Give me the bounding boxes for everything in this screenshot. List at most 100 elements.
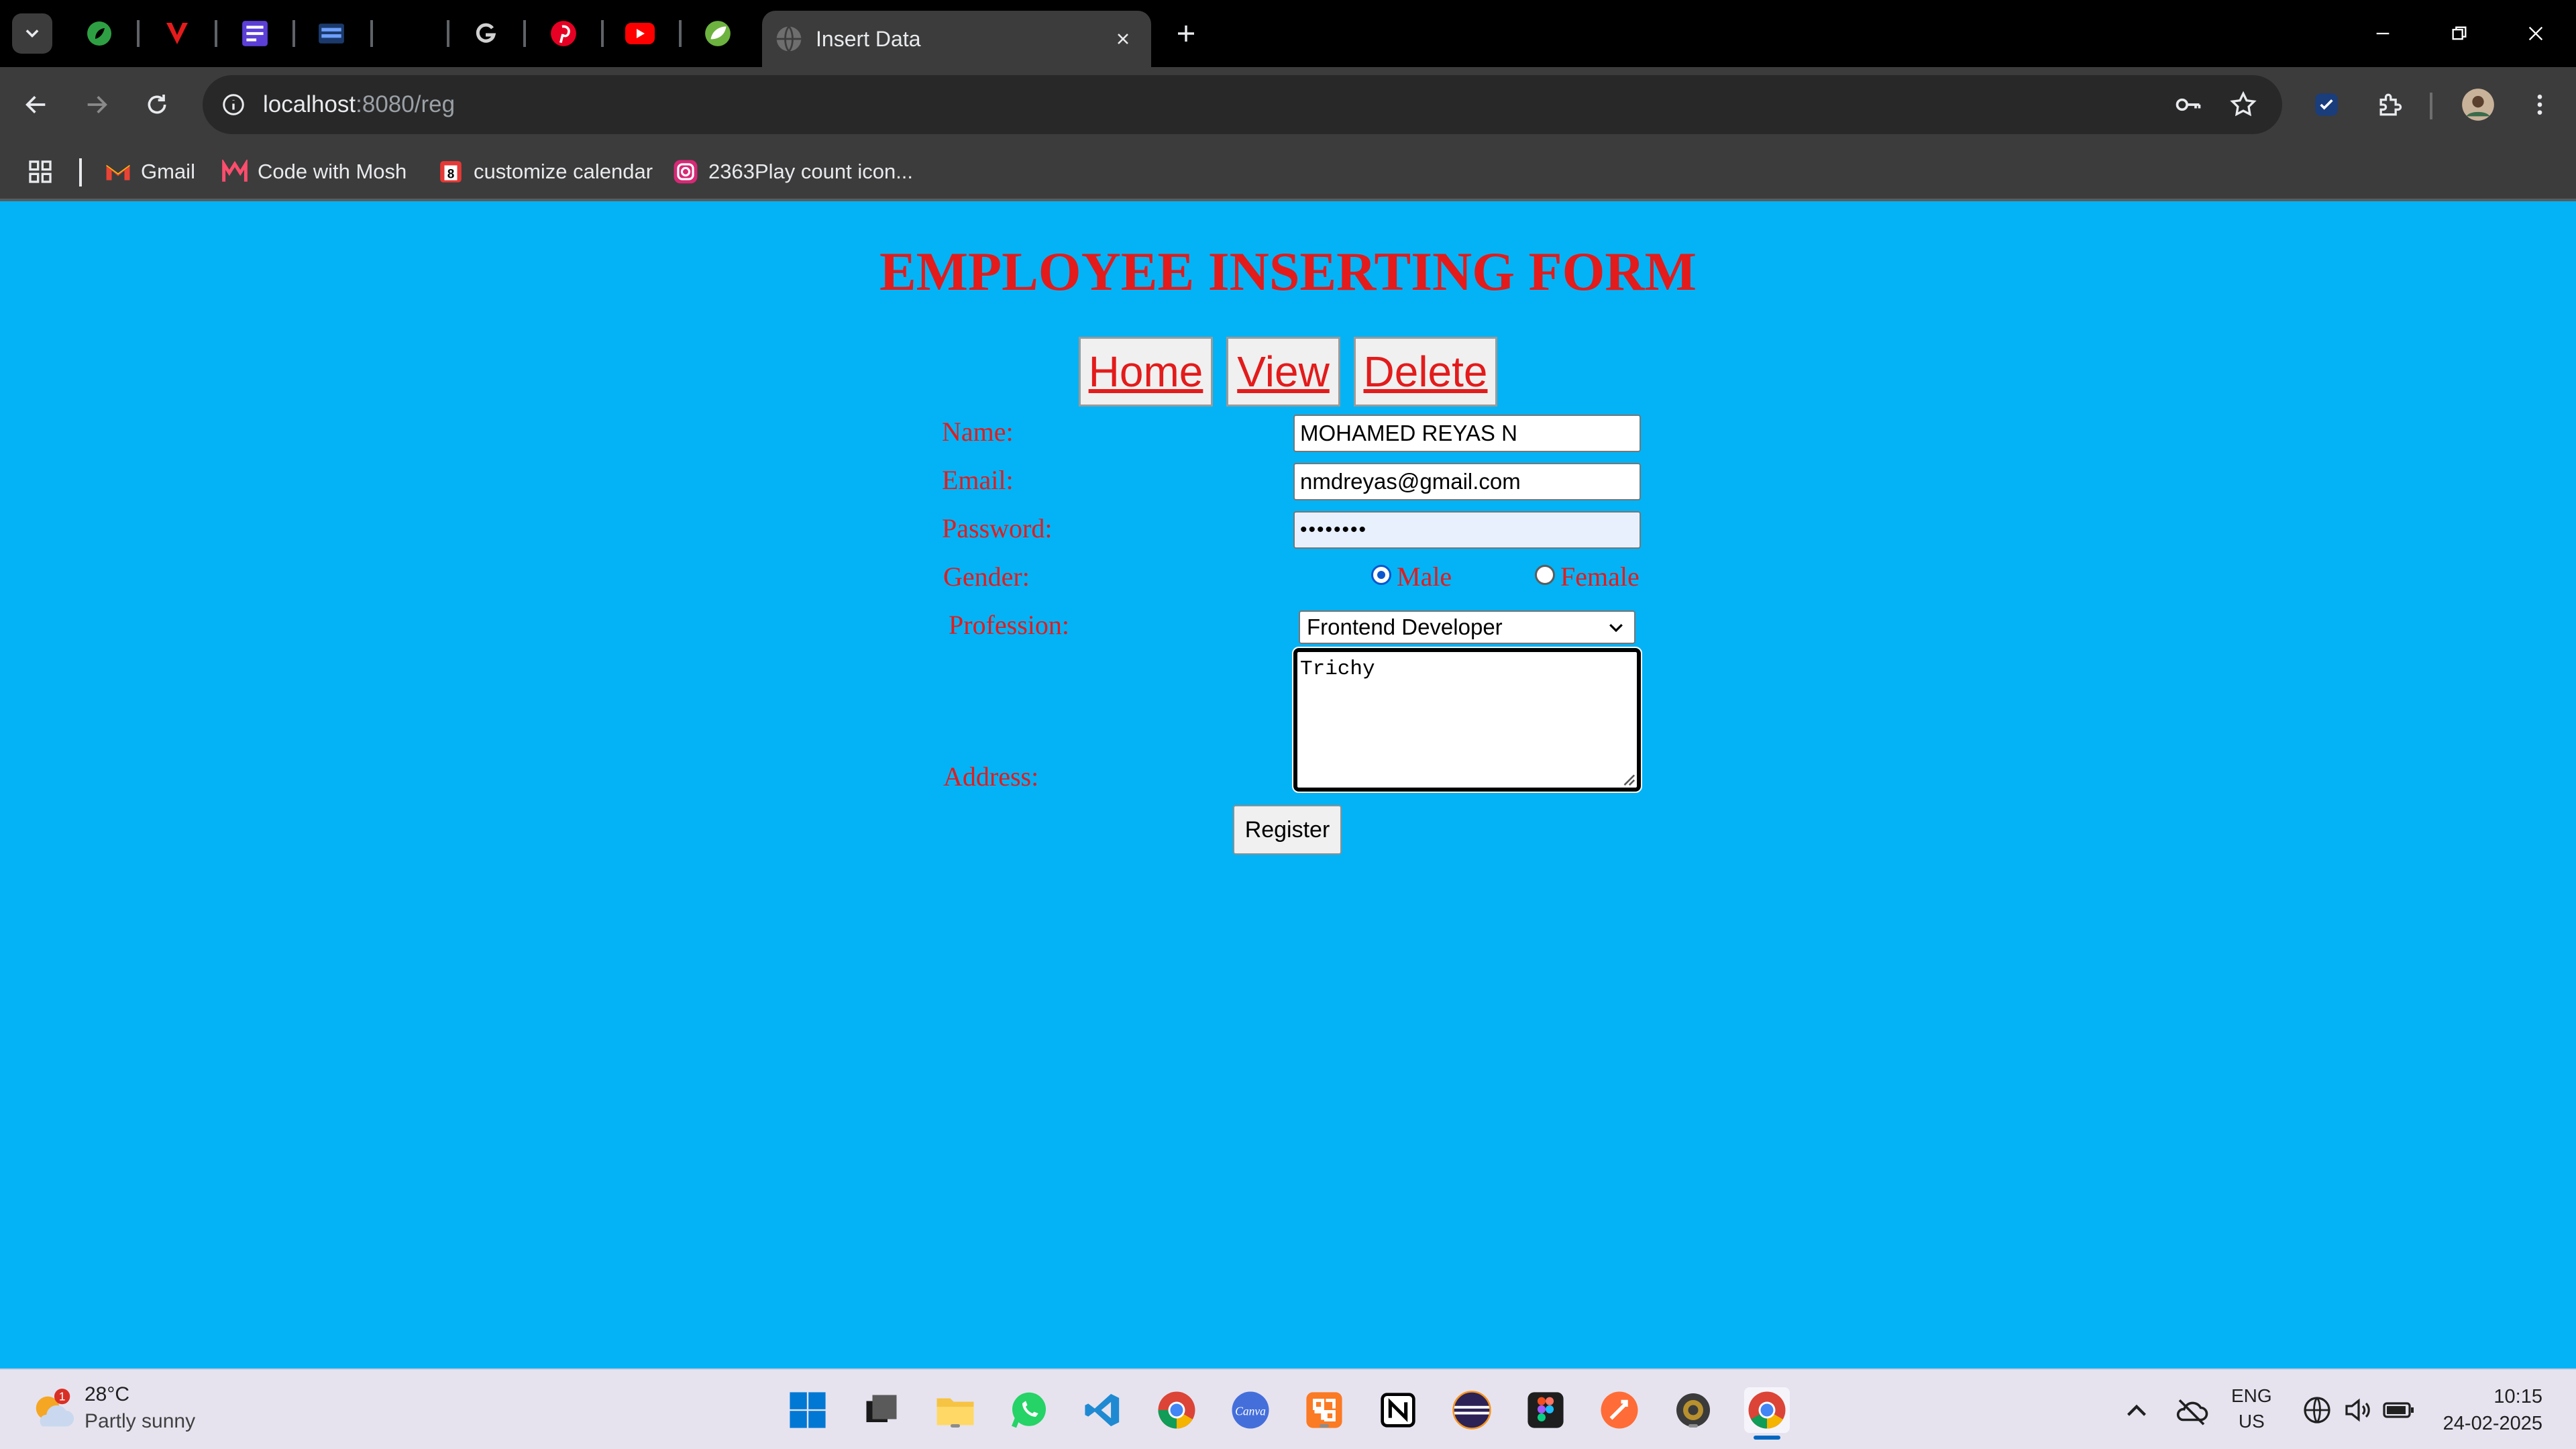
restore-button[interactable]	[2439, 13, 2479, 54]
reload-icon	[148, 95, 166, 114]
back-button[interactable]	[15, 83, 58, 126]
pinned-tab-2[interactable]	[158, 15, 196, 52]
profession-select[interactable]: Frontend Developer	[1299, 610, 1635, 644]
battery-icon	[2383, 1402, 2414, 1418]
arrow-left-icon	[25, 96, 46, 113]
battery-button[interactable]	[2381, 1394, 2418, 1428]
nav-delete-link[interactable]: Delete	[1364, 347, 1488, 396]
address-bar[interactable]: localhost:8080/reg	[203, 75, 2282, 134]
active-indicator	[1754, 1436, 1780, 1440]
svg-text:Canva: Canva	[1235, 1405, 1266, 1418]
figma-button[interactable]	[1523, 1387, 1568, 1433]
file-explorer-button[interactable]	[932, 1387, 978, 1433]
bookmark-label: Gmail	[141, 160, 195, 183]
whatsapp-icon	[1012, 1392, 1046, 1428]
calendar-icon: 8	[437, 158, 464, 185]
chrome-active-taskbar-button[interactable]	[1744, 1387, 1790, 1440]
speaker-icon	[2345, 1398, 2370, 1422]
nav-view-link[interactable]: View	[1237, 347, 1330, 396]
address-label: Address:	[943, 761, 1039, 792]
gender-male-radio[interactable]	[1371, 565, 1391, 585]
pinned-tab-3[interactable]	[236, 15, 274, 52]
active-tab[interactable]: Insert Data	[762, 11, 1151, 67]
register-button[interactable]: Register	[1233, 805, 1342, 855]
profile-button[interactable]	[2457, 83, 2500, 126]
region-code: US	[2238, 1411, 2265, 1432]
nav-view-button[interactable]: View	[1226, 337, 1340, 407]
tab-separator	[679, 20, 682, 47]
close-window-button[interactable]	[2516, 13, 2556, 54]
svg-text:8: 8	[447, 168, 455, 182]
page-title: EMPLOYEE INSERTING FORM	[879, 241, 1697, 302]
password-key-button[interactable]	[2169, 86, 2207, 123]
password-input[interactable]: ••••••••	[1293, 511, 1641, 549]
chrome-taskbar-button[interactable]	[1154, 1387, 1199, 1433]
resize-grip-icon[interactable]	[1621, 771, 1635, 786]
bookmark-customize-calendar[interactable]: 8 customize calendar	[437, 154, 653, 189]
close-tab-button[interactable]	[1108, 24, 1138, 54]
show-hidden-icons-button[interactable]	[2120, 1394, 2153, 1428]
pinned-tab-9[interactable]	[699, 15, 737, 52]
kebab-menu-icon	[2537, 95, 2542, 115]
vscode-button[interactable]	[1080, 1387, 1126, 1433]
extension-check-button[interactable]	[2305, 83, 2348, 126]
minimize-button[interactable]	[2363, 13, 2403, 54]
menu-button[interactable]	[2518, 83, 2561, 126]
bookmark-play-count[interactable]: 2363Play count icon...	[672, 154, 913, 189]
url-path: :8080/reg	[356, 91, 455, 117]
nav-home-link[interactable]: Home	[1089, 347, 1203, 396]
nav-home-button[interactable]: Home	[1079, 337, 1213, 407]
pinned-tab-8[interactable]	[621, 15, 659, 52]
onedrive-button[interactable]	[2174, 1394, 2210, 1428]
gender-male-label: Male	[1397, 561, 1452, 592]
input-language-button[interactable]: ENG US	[2231, 1383, 2272, 1434]
chrome-icon	[1158, 1391, 1195, 1429]
xampp-button[interactable]	[1301, 1387, 1347, 1433]
pinterest-icon	[551, 21, 576, 46]
chevron-up-icon	[2127, 1404, 2146, 1416]
extensions-button[interactable]	[2368, 83, 2411, 126]
weather-widget-button[interactable]: 1	[30, 1387, 76, 1434]
address-value: Trichy	[1300, 657, 1375, 681]
eclipse-icon	[1452, 1391, 1491, 1430]
tab-search-button[interactable]	[12, 13, 52, 54]
apps-grid-icon	[29, 160, 52, 183]
name-input[interactable]: MOHAMED REYAS N	[1293, 415, 1641, 452]
start-button[interactable]	[785, 1387, 830, 1433]
pinned-tab-6[interactable]	[467, 15, 504, 52]
apps-button[interactable]	[27, 154, 54, 189]
bookmark-gmail[interactable]: Gmail	[105, 154, 195, 189]
close-icon	[1118, 34, 1128, 44]
bookmark-code-with-mosh[interactable]: Code with Mosh	[221, 154, 407, 189]
postman-button[interactable]	[1597, 1387, 1642, 1433]
task-view-button[interactable]	[859, 1387, 904, 1433]
puzzle-icon	[2379, 93, 2402, 116]
app-badge-button[interactable]	[1670, 1387, 1716, 1433]
url-text[interactable]: localhost:8080/reg	[263, 89, 455, 121]
site-info-button[interactable]	[216, 87, 251, 122]
pinned-tab-1[interactable]	[80, 15, 118, 52]
bookmark-star-button[interactable]	[2224, 86, 2262, 123]
eclipse-button[interactable]	[1449, 1387, 1495, 1433]
network-button[interactable]	[2301, 1394, 2334, 1428]
forward-button[interactable]	[75, 83, 118, 126]
new-tab-button[interactable]	[1167, 15, 1205, 52]
reload-button[interactable]	[136, 83, 178, 126]
weather-temperature: 28°C	[85, 1383, 130, 1405]
canva-button[interactable]: Canva	[1228, 1387, 1273, 1433]
clock-button[interactable]: 10:15 24-02-2025	[2435, 1383, 2542, 1437]
browser-toolbar: localhost:8080/reg	[0, 67, 2576, 144]
nav-delete-button[interactable]: Delete	[1354, 337, 1497, 407]
instagram-icon	[672, 158, 699, 185]
pinned-tab-5[interactable]	[390, 15, 428, 52]
address-textarea[interactable]: Trichy	[1292, 647, 1642, 793]
whatsapp-button[interactable]	[1006, 1387, 1052, 1433]
email-input[interactable]: nmdreyas@gmail.com	[1293, 463, 1641, 500]
gender-female-radio[interactable]	[1535, 565, 1555, 585]
bookmark-label: 2363Play count icon...	[708, 160, 914, 183]
pinned-tab-4[interactable]	[313, 15, 350, 52]
notion-button[interactable]	[1375, 1387, 1421, 1433]
pinned-tab-7[interactable]	[545, 15, 582, 52]
volume-button[interactable]	[2341, 1394, 2375, 1428]
folder-icon	[936, 1398, 974, 1426]
